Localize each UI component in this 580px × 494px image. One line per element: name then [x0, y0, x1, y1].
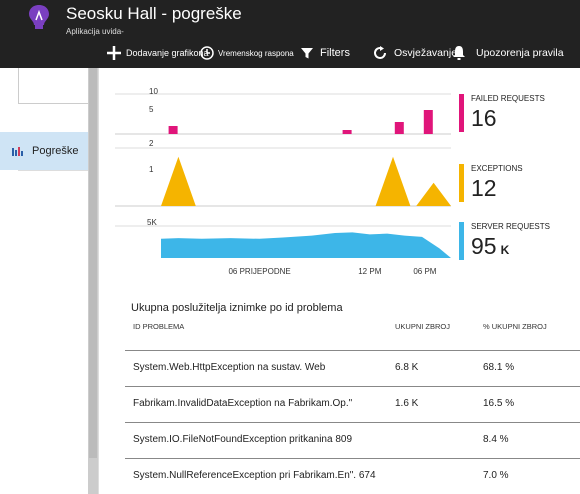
- percent-cell: 7.0 %: [483, 470, 509, 481]
- bar-chart-icon: [12, 147, 23, 156]
- exceptions-label: EXCEPTIONS: [471, 164, 523, 173]
- refresh-label: Osvježavanje: [394, 47, 458, 59]
- refresh-icon: [374, 46, 386, 59]
- nav-item-errors[interactable]: Pogreške: [0, 132, 88, 170]
- app-window: Seosku Hall - pogreške Aplikacija uvida-…: [0, 0, 580, 494]
- page-subtitle: Aplikacija uvida-: [66, 27, 124, 36]
- percent-cell: 16.5 %: [483, 398, 515, 409]
- scrollbar[interactable]: [88, 68, 98, 494]
- plus-icon: [107, 46, 121, 60]
- failed-requests-color-bar: [459, 94, 464, 132]
- left-panel: Pogreške: [0, 68, 88, 494]
- failed-requests-bar: [423, 110, 433, 134]
- add-chart-button[interactable]: Dodavanje grafikona: [106, 40, 209, 66]
- y-tick-label: 2: [149, 139, 154, 148]
- filters-label: Filters: [320, 47, 350, 59]
- failed-requests-bar: [168, 126, 178, 134]
- add-chart-label: Dodavanje grafikona: [126, 48, 209, 58]
- table-row[interactable]: Fabrikam.InvalidDataException na Fabrika…: [125, 386, 580, 420]
- filter-icon: [301, 48, 313, 59]
- divider: [18, 170, 88, 171]
- table-row[interactable]: System.NullReferenceException pri Fabrik…: [125, 458, 580, 492]
- alert-rules-label: Upozorenja pravila: [476, 47, 564, 59]
- server-requests-series: [161, 232, 451, 258]
- y-tick-label: 5: [149, 105, 154, 114]
- x-tick-label: 06 PM: [413, 267, 436, 276]
- toolbar: Dodavanje grafikona Vremenskog raspona F…: [0, 40, 580, 66]
- exceptions-value: 12: [471, 175, 497, 201]
- x-axis: 06 PRIJEPODNE12 PM06 PMSUB 06: [228, 267, 436, 276]
- total-cell: 6.8 K: [395, 362, 419, 373]
- total-cell: 1.6 K: [395, 398, 419, 409]
- server-requests-value: 95: [471, 233, 497, 259]
- clock-icon: [200, 46, 214, 60]
- failed-requests-bar: [342, 130, 352, 134]
- main-content: 10 5 2 1 5K 06 PRIJEPODNE12 PM06 PMSUB 0…: [98, 68, 580, 494]
- blade-header: Seosku Hall - pogreške Aplikacija uvida-…: [0, 0, 580, 68]
- exceptions-area: [161, 156, 451, 206]
- x-tick-label: 12 PM: [358, 267, 381, 276]
- page-title: Seosku Hall - pogreške: [66, 4, 242, 23]
- failed-requests-bar: [394, 122, 404, 134]
- metrics-chart[interactable]: 10 5 2 1 5K 06 PRIJEPODNE12 PM06 PMSUB 0…: [99, 68, 459, 288]
- problem-id-cell: Fabrikam.InvalidDataException na Fabrika…: [133, 398, 353, 409]
- percent-cell: 8.4 %: [483, 434, 509, 445]
- filters-button[interactable]: Filters: [300, 40, 350, 66]
- failed-requests-value: 16: [471, 105, 497, 131]
- exceptions-color-bar: [459, 164, 464, 202]
- column-header-total[interactable]: UKUPNI ZBROJ: [395, 322, 450, 331]
- y-tick-label: 1: [149, 165, 154, 174]
- exceptions-series: [161, 156, 451, 206]
- table-row[interactable]: System.IO.FileNotFoundException pritkani…: [125, 422, 580, 456]
- failed-requests-series: [168, 110, 433, 134]
- percent-cell: 68.1 %: [483, 362, 515, 373]
- lightbulb-icon: [29, 5, 49, 29]
- table-row[interactable]: System.Web.HttpException na sustav. Web …: [125, 350, 580, 384]
- scrollbar-thumb[interactable]: [89, 68, 97, 458]
- y-tick-label: 5K: [147, 218, 157, 227]
- problem-id-cell: System.Web.HttpException na sustav. Web: [133, 362, 326, 373]
- bell-icon: [453, 46, 465, 60]
- table-header: ID PROBLEMA UKUPNI ZBROJ % UKUPNI ZBROJ: [133, 322, 580, 336]
- server-requests-value-wrap: 95 K: [471, 233, 509, 260]
- server-requests-area: [161, 232, 451, 258]
- problem-id-cell: System.NullReferenceException pri Fabrik…: [133, 470, 376, 481]
- x-tick-label: 06 PRIJEPODNE: [228, 267, 290, 276]
- table-title: Ukupna poslužitelja iznimke po id proble…: [131, 302, 343, 314]
- column-header-problem-id[interactable]: ID PROBLEMA: [133, 322, 184, 331]
- time-range-label: Vremenskog raspona: [218, 48, 294, 58]
- left-panel-box: [18, 68, 88, 104]
- nav-item-label: Pogreške: [32, 145, 79, 157]
- column-header-percent[interactable]: % UKUPNI ZBROJ: [483, 322, 547, 331]
- alert-rules-button[interactable]: Upozorenja pravila: [452, 40, 564, 66]
- server-requests-unit: K: [500, 243, 510, 257]
- y-tick-label: 10: [149, 87, 158, 96]
- refresh-button[interactable]: Osvježavanje: [372, 40, 457, 66]
- server-requests-color-bar: [459, 222, 464, 260]
- server-requests-label: SERVER REQUESTS: [471, 222, 550, 231]
- problem-id-cell: System.IO.FileNotFoundException pritkani…: [133, 434, 352, 445]
- failed-requests-label: FAILED REQUESTS: [471, 94, 545, 103]
- time-range-button[interactable]: Vremenskog raspona: [200, 40, 294, 66]
